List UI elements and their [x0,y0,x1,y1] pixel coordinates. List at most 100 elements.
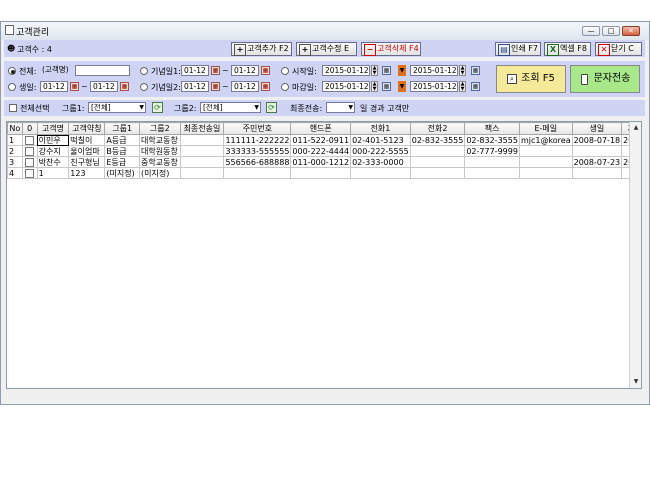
radio-all[interactable] [8,67,16,75]
end-label: 마감일: [292,83,317,92]
cell-check[interactable] [21,145,38,157]
table-header-row: No 0 고객명 고객약칭 그룹1 그룹2 최종전송일 주민번호 핸드폰 전화1… [7,122,641,135]
spinner[interactable]: ▲ ▼ [459,81,466,92]
radio-anniv1[interactable] [140,67,148,75]
header-mobile[interactable]: 핸드폰 [290,122,352,135]
calendar-icon[interactable]: ▦ [261,82,270,91]
end-to-input[interactable]: 2015-01-12 [410,81,458,92]
calendar-icon[interactable]: ▦ [261,66,270,75]
cell-group2: 대학교동창 [139,134,181,146]
header-fax[interactable]: 팩스 [464,122,520,135]
calendar-icon[interactable]: ▦ [471,66,480,75]
header-last-sent[interactable]: 최종전송일 [179,122,225,135]
customer-count: 고객수 : 4 [17,45,52,54]
sms-send-button[interactable]: 문자전송 [570,65,640,93]
tilde: ~ [81,82,88,91]
table-row[interactable]: 4 1 123 (미지정) (미지정) [7,167,641,179]
radio-birth[interactable] [8,83,16,91]
anniv1-from-input[interactable]: 01-12 [181,65,209,76]
header-phone2[interactable]: 전화2 [409,122,466,135]
cell-check[interactable] [21,134,38,146]
close-button[interactable]: ✕ 닫기 C [595,42,642,56]
table-row[interactable]: 3 박찬수 친구형님 E등급 중학교동창 556566-688888 011-0… [7,156,641,168]
calendar-icon[interactable]: ▦ [471,82,480,91]
anniv1-to-input[interactable]: 01-12 [231,65,259,76]
row-checkbox[interactable] [25,135,35,145]
header-phone1[interactable]: 전화1 [350,122,411,135]
cell-group2: 대학원동창 [139,145,181,157]
row-checkbox[interactable] [25,157,35,167]
header-check[interactable]: 0 [21,122,38,135]
calendar-icon[interactable]: ▦ [382,82,391,91]
cell-fax: 02-777-9999 [464,145,520,157]
cell-phone2 [409,145,466,157]
delete-customer-button[interactable]: − 고객삭제 F4 [361,42,421,56]
calendar-icon[interactable]: ▦ [120,82,129,91]
select-all-checkbox[interactable] [9,104,17,112]
cell-phone1: 02-333-0000 [350,156,411,168]
customer-grid: No 0 고객명 고객약칭 그룹1 그룹2 최종전송일 주민번호 핸드폰 전화1… [6,121,642,389]
radio-start-date[interactable] [281,67,289,75]
calendar-icon[interactable]: ▦ [382,66,391,75]
maximize-button[interactable]: □ [602,26,620,36]
header-email[interactable]: E-메일 [518,122,573,135]
birth-to-input[interactable]: 01-12 [90,81,118,92]
spinner[interactable]: ▲ ▼ [371,81,378,92]
calendar-icon[interactable]: ▦ [70,82,79,91]
radio-end-date[interactable] [281,83,289,91]
cell-name: 1 [36,167,70,179]
scroll-up-icon[interactable]: ▲ [630,122,642,134]
header-alias[interactable]: 고객약칭 [68,122,106,135]
header-group1[interactable]: 그룹1 [104,122,141,135]
refresh-icon[interactable]: ⟳ [152,102,163,113]
calendar-icon[interactable]: ▦ [211,82,220,91]
scroll-down-icon[interactable]: ▼ [630,376,642,388]
cell-resident-no [223,167,292,179]
radio-anniv2[interactable] [140,83,148,91]
end-from-input[interactable]: 2015-01-12 [322,81,370,92]
spinner[interactable]: ▲ ▼ [459,65,466,76]
table-row[interactable]: 1 이민우 떡칠이 A등급 대학교동창 111111-222222 011-52… [7,134,641,146]
header-name[interactable]: 고객명 [36,122,70,135]
close-window-button[interactable]: ✕ [622,26,640,36]
anniv2-from-input[interactable]: 01-12 [181,81,209,92]
header-no[interactable]: No [7,122,23,135]
start-from-input[interactable]: 2015-01-12 [322,65,370,76]
last-send-select[interactable] [326,102,355,113]
add-customer-button[interactable]: + 고객추가 F2 [231,42,292,56]
cell-email [518,156,573,168]
cell-check[interactable] [21,167,38,179]
birth-from-input[interactable]: 01-12 [40,81,68,92]
row-checkbox[interactable] [25,168,35,178]
print-button[interactable]: ▤ 인쇄 F7 [495,42,541,56]
table-row[interactable]: 2 강수지 울이엄마 B등급 대학원동창 333333-555555 000-2… [7,145,641,157]
calendar-icon[interactable]: ▦ [211,66,220,75]
edit-customer-button[interactable]: + 고객수정 E [296,42,357,56]
vertical-scrollbar[interactable]: ▲ ▼ [629,122,641,388]
excel-button[interactable]: X 엑셀 F8 [544,42,591,56]
cell-group1: B등급 [104,145,141,157]
cell-resident-no: 556566-688888 [223,156,292,168]
cell-no: 2 [7,145,23,157]
cell-phone1: 000-222-5555 [350,145,411,157]
cell-name[interactable]: 이민우 [36,134,70,146]
cell-check[interactable] [21,156,38,168]
group2-select[interactable]: [전체] [200,102,261,113]
dropdown-arrow-icon[interactable]: ▼ [398,65,406,76]
anniv2-to-input[interactable]: 01-12 [231,81,259,92]
header-group2[interactable]: 그룹2 [139,122,181,135]
start-to-input[interactable]: 2015-01-12 [410,65,458,76]
search-button[interactable]: ⌕ 조회 F5 [496,65,566,93]
days-label: 일 경과 고객만 [360,104,410,113]
customer-name-input[interactable] [75,65,130,76]
header-birthday[interactable]: 생일 [571,122,623,135]
minimize-button[interactable]: — [582,26,600,36]
select-all-label: 전체선택 [20,104,50,113]
cell-mobile: 011-522-0911 [290,134,352,146]
header-resident-no[interactable]: 주민번호 [223,122,292,135]
refresh-icon[interactable]: ⟳ [266,102,277,113]
dropdown-arrow-icon[interactable]: ▼ [398,81,406,92]
group1-select[interactable]: [전체] [88,102,146,113]
row-checkbox[interactable] [25,146,35,156]
spinner[interactable]: ▲ ▼ [371,65,378,76]
